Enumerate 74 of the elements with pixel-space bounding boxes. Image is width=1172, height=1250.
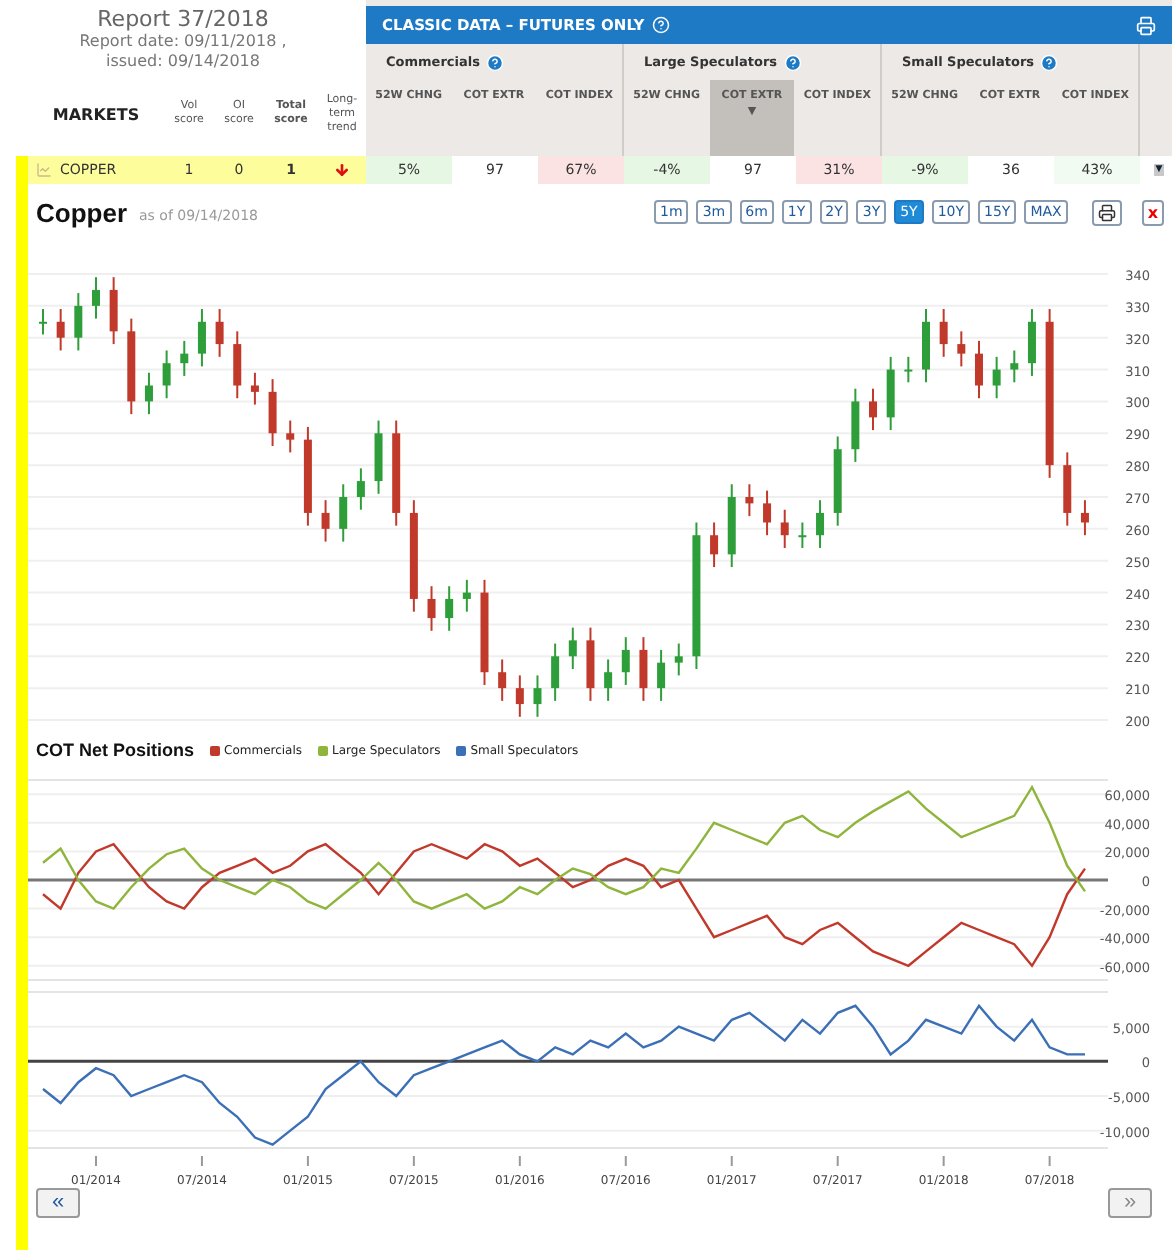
candle	[639, 636, 648, 702]
chart-title: COT Net Positions	[36, 740, 195, 760]
candle	[533, 674, 542, 718]
candle	[763, 489, 772, 537]
candle	[56, 308, 65, 352]
candle	[409, 499, 418, 613]
candle	[745, 483, 754, 518]
candle	[1063, 451, 1072, 527]
candle	[869, 387, 877, 432]
candle	[445, 585, 454, 632]
candle	[180, 339, 189, 377]
previous-button[interactable]: «	[36, 1188, 80, 1218]
candle	[374, 419, 383, 495]
candle	[1010, 349, 1019, 384]
chart-icon	[36, 162, 52, 178]
candle	[586, 626, 595, 702]
candle	[127, 317, 136, 416]
candle	[727, 483, 736, 569]
candle	[392, 419, 401, 527]
next-button[interactable]: »	[1108, 1188, 1152, 1218]
candle	[674, 642, 683, 677]
candle	[939, 308, 948, 358]
candle	[74, 292, 83, 352]
help-icon[interactable]	[1040, 53, 1059, 71]
candle	[604, 658, 613, 702]
candle	[92, 276, 100, 320]
candle	[886, 355, 895, 432]
candle	[833, 435, 842, 527]
candle	[162, 349, 171, 400]
candle	[268, 378, 277, 448]
help-icon[interactable]	[783, 53, 802, 71]
report-title: Report 37/2018	[97, 6, 269, 32]
candle	[551, 642, 560, 702]
candle	[710, 521, 719, 569]
candle	[250, 371, 259, 406]
candle	[427, 585, 436, 632]
candle	[657, 648, 666, 702]
chart-title: Copper	[36, 197, 127, 227]
candle	[621, 636, 630, 686]
candle	[922, 308, 930, 384]
candle	[233, 330, 242, 400]
column-header: MARKETS	[50, 105, 142, 123]
candle	[780, 508, 789, 549]
candle	[109, 276, 118, 346]
print-button[interactable]	[1091, 199, 1122, 225]
candle	[957, 330, 966, 368]
candle	[851, 387, 860, 463]
help-icon[interactable]	[652, 16, 671, 34]
candle	[321, 499, 330, 543]
help-icon[interactable]	[485, 53, 504, 71]
candle	[1027, 308, 1036, 377]
candle	[904, 355, 913, 384]
candle	[498, 658, 507, 702]
close-button[interactable]: x	[1141, 199, 1164, 225]
candle	[992, 355, 1001, 400]
candle	[286, 419, 295, 454]
print-icon[interactable]	[1136, 15, 1156, 35]
candle	[144, 371, 153, 416]
candle	[39, 308, 47, 336]
candle	[462, 578, 471, 613]
candle	[1080, 499, 1089, 537]
candle	[303, 425, 312, 527]
candle	[197, 308, 206, 368]
candle	[339, 483, 348, 543]
candle	[816, 499, 825, 549]
report-date: Report date: 09/11/2018 ,	[79, 32, 287, 52]
candle	[356, 467, 365, 511]
candle	[215, 308, 224, 358]
candle	[515, 674, 524, 718]
issued-date: issued: 09/14/2018	[106, 52, 260, 72]
candle	[480, 578, 489, 686]
candle	[975, 339, 983, 400]
candle	[568, 626, 577, 671]
candle	[798, 521, 807, 549]
